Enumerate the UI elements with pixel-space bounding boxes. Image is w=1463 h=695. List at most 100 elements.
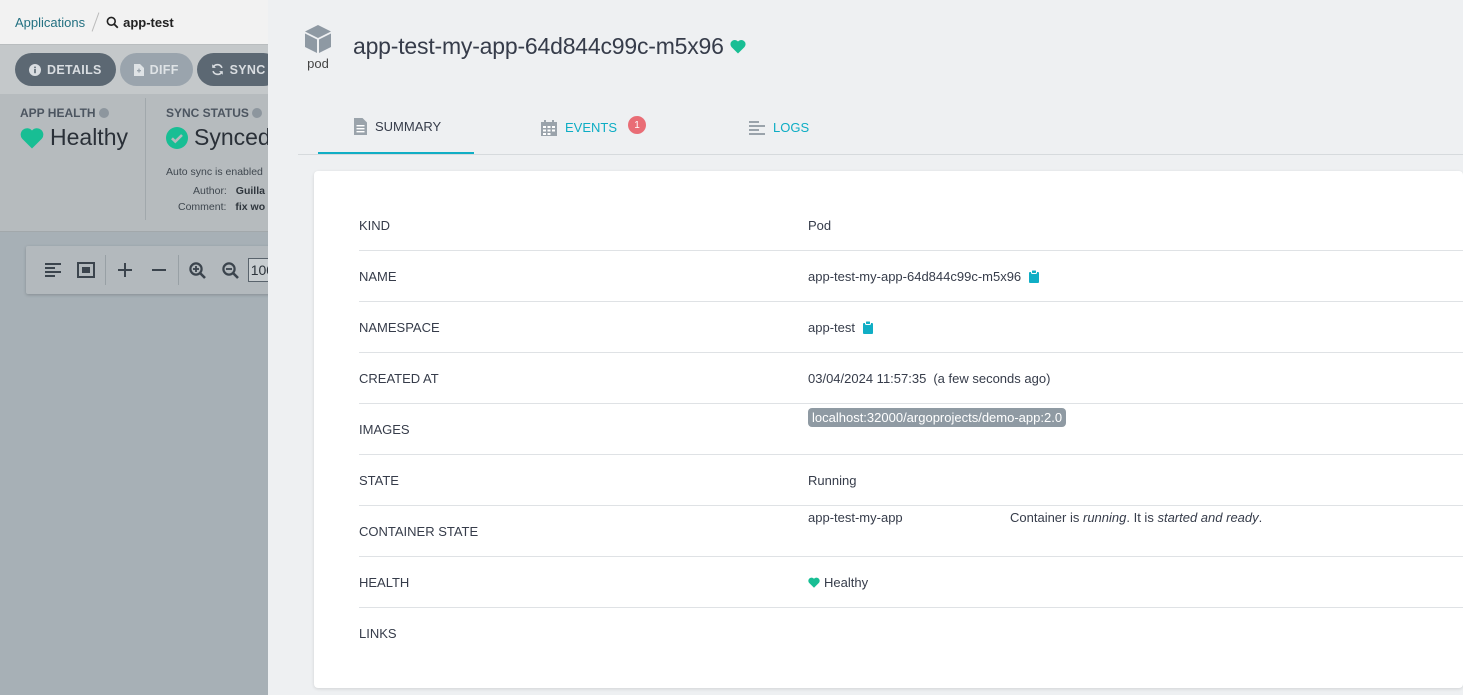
- tab-events[interactable]: EVENTS: [541, 101, 617, 154]
- breadcrumb-current[interactable]: app-test: [106, 15, 174, 30]
- sync-status: Synced: [166, 124, 271, 151]
- container-state-value: app-test-my-app Container is running. It…: [808, 506, 1463, 557]
- summary-row-images: IMAGES localhost:32000/argoprojects/demo…: [359, 404, 1463, 455]
- namespace-value: app-test: [808, 320, 855, 335]
- align-left-icon: [749, 120, 765, 135]
- kind-label: KIND: [359, 218, 391, 233]
- kind-value: Pod: [808, 218, 832, 233]
- resource-name: app-test-my-app-64d844c99c-m5x96: [353, 33, 724, 59]
- comment-label: Comment:: [178, 201, 227, 213]
- container-msg-detail: started and ready: [1157, 510, 1259, 525]
- container-msg-suffix: .: [1258, 510, 1263, 525]
- health-label: HEALTH: [359, 575, 410, 590]
- app-health-value: Healthy: [50, 124, 128, 150]
- details-button-label: DETAILS: [47, 62, 102, 77]
- clipboard-icon[interactable]: [862, 321, 873, 334]
- clipboard-icon[interactable]: [1029, 270, 1040, 283]
- sync-status-title: SYNC STATUS: [166, 106, 271, 120]
- help-icon[interactable]: [98, 108, 109, 118]
- resource-title: app-test-my-app-64d844c99c-m5x96: [353, 33, 746, 60]
- info-icon: [29, 63, 41, 76]
- breadcrumb-current-label: app-test: [123, 14, 174, 30]
- name-label: NAME: [359, 269, 397, 284]
- author-value: Guilla: [235, 185, 265, 197]
- images-value-container: localhost:32000/argoprojects/demo-app:2.…: [808, 404, 1067, 455]
- summary-row-created-at: CREATED AT 03/04/2024 11:57:35 (a few se…: [359, 353, 1463, 404]
- events-count-badge: 1: [628, 116, 646, 134]
- app-health-status: Healthy: [20, 124, 128, 151]
- expand-icon[interactable]: [108, 252, 142, 288]
- diff-button-label: DIFF: [149, 62, 179, 77]
- comment-value: fix wo: [235, 201, 266, 213]
- resource-kind: pod: [302, 24, 334, 71]
- details-button[interactable]: DETAILS: [15, 53, 116, 86]
- fit-to-screen-icon[interactable]: [70, 252, 104, 288]
- app-health-title-text: APP HEALTH: [20, 106, 96, 120]
- file-text-icon: [354, 118, 367, 135]
- sync-button-label: SYNC: [229, 62, 266, 77]
- calendar-icon: [541, 119, 557, 136]
- collapse-icon[interactable]: [142, 252, 176, 288]
- image-tag: localhost:32000/argoprojects/demo-app:2.…: [808, 408, 1067, 427]
- images-label: IMAGES: [359, 422, 410, 437]
- divider: [145, 98, 146, 220]
- heart-icon: [20, 127, 44, 148]
- summary-row-state: STATE Running: [359, 455, 1463, 506]
- app-health-title: APP HEALTH: [20, 106, 128, 120]
- zoom-out-icon[interactable]: [214, 252, 248, 288]
- breadcrumb-separator: [91, 12, 100, 32]
- heart-icon: [808, 577, 820, 588]
- name-value-container: app-test-my-app-64d844c99c-m5x96: [808, 251, 1040, 302]
- author-label: Author:: [193, 185, 227, 197]
- graph-toolbar: 100: [26, 246, 277, 294]
- file-diff-icon: [133, 63, 144, 76]
- cube-icon: [305, 25, 331, 53]
- sync-status-value: Synced: [194, 124, 271, 150]
- summary-card: KIND Pod NAME app-test-my-app-64d844c99c…: [314, 171, 1463, 688]
- container-msg-state: running: [1083, 510, 1127, 525]
- created-at-value: 03/04/2024 11:57:35: [808, 371, 927, 386]
- breadcrumb: Applications app-test: [0, 0, 268, 44]
- resource-kind-label: pod: [307, 56, 329, 71]
- app-health-section: APP HEALTH Healthy: [20, 106, 128, 151]
- container-msg-mid: . It is: [1126, 510, 1154, 525]
- tab-summary-label: SUMMARY: [375, 119, 442, 134]
- check-circle-icon: [166, 126, 188, 149]
- status-panel: APP HEALTH Healthy SYNC STATUS Synced Au…: [0, 94, 271, 232]
- created-at-label: CREATED AT: [359, 371, 439, 386]
- align-left-icon[interactable]: [36, 252, 70, 288]
- auto-sync-text: Auto sync is enabled: [166, 166, 263, 178]
- links-label: LINKS: [359, 626, 397, 641]
- summary-row-health: HEALTH Healthy: [359, 557, 1463, 608]
- health-value-container: Healthy: [808, 557, 868, 608]
- comment-row: Comment: fix wo: [178, 201, 265, 213]
- application-view: Applications app-test DETAILS DIFF SYNC …: [0, 0, 280, 695]
- panel-header: pod app-test-my-app-64d844c99c-m5x96: [268, 0, 1463, 95]
- summary-row-links: LINKS: [359, 608, 1463, 659]
- health-value: Healthy: [824, 575, 869, 590]
- zoom-in-icon[interactable]: [180, 252, 214, 288]
- state-value: Running: [808, 473, 857, 488]
- sync-icon: [211, 63, 223, 76]
- container-state-label: CONTAINER STATE: [359, 524, 479, 539]
- sync-status-section: SYNC STATUS Synced: [166, 106, 271, 151]
- state-label: STATE: [359, 473, 399, 488]
- separator: [177, 255, 179, 285]
- sync-status-title-text: SYNC STATUS: [166, 106, 249, 120]
- help-icon[interactable]: [251, 108, 262, 118]
- summary-row-name: NAME app-test-my-app-64d844c99c-m5x96: [359, 251, 1463, 302]
- tab-logs[interactable]: LOGS: [749, 101, 809, 154]
- created-at-value-container: 03/04/2024 11:57:35 (a few seconds ago): [808, 353, 1050, 404]
- author-row: Author: Guilla: [193, 185, 265, 197]
- tab-logs-label: LOGS: [773, 120, 810, 135]
- tab-events-label: EVENTS: [565, 120, 618, 135]
- namespace-value-container: app-test: [808, 302, 873, 353]
- namespace-label: NAMESPACE: [359, 320, 440, 335]
- diff-button[interactable]: DIFF: [119, 53, 193, 86]
- created-at-relative: (a few seconds ago): [933, 371, 1051, 386]
- container-name: app-test-my-app: [808, 510, 903, 525]
- breadcrumb-applications-link[interactable]: Applications: [15, 15, 85, 30]
- name-value: app-test-my-app-64d844c99c-m5x96: [808, 269, 1022, 284]
- tab-summary[interactable]: SUMMARY: [318, 101, 474, 154]
- resource-details-panel: pod app-test-my-app-64d844c99c-m5x96 SUM…: [268, 0, 1463, 695]
